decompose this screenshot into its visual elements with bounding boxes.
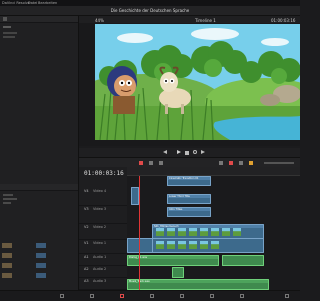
list-item[interactable]	[36, 273, 46, 278]
bin-item[interactable]	[3, 32, 17, 34]
audio-clip[interactable]	[172, 267, 184, 278]
rewind-icon[interactable]	[163, 150, 167, 154]
loop-icon[interactable]	[193, 150, 197, 154]
timeline-timecode: 01:00:03:16	[84, 170, 124, 177]
menu-app[interactable]: DaVinci Resolve	[2, 1, 30, 5]
viewer-header: 44% Timeline 1 01:00:03:16	[79, 16, 300, 23]
timeline-clip[interactable]: S01_Höhlenmensch	[152, 224, 264, 239]
menu-edit[interactable]: Bearbeiten	[38, 1, 57, 5]
list-item[interactable]	[36, 253, 46, 258]
effects-item[interactable]	[3, 202, 11, 204]
zoom-slider[interactable]	[264, 162, 294, 164]
track-header-v1[interactable]: V1 Video 1	[79, 239, 127, 254]
list-item[interactable]	[2, 243, 12, 248]
timeline-clip[interactable]: Intro Titles	[167, 207, 211, 217]
audio-clip[interactable]: Musik_Track.wav	[127, 279, 269, 290]
fairlight-page-icon[interactable]	[210, 294, 214, 298]
play-icon[interactable]	[177, 150, 181, 154]
media-pool-toolbar	[0, 16, 78, 23]
forward-icon[interactable]	[201, 150, 205, 154]
list-item[interactable]	[36, 243, 46, 248]
effects-toolbar	[0, 184, 78, 191]
track-header-a3[interactable]: A3 Audio 3	[79, 277, 127, 290]
list-item[interactable]	[36, 263, 46, 268]
selection-icon[interactable]	[149, 161, 153, 165]
link-icon[interactable]	[229, 161, 233, 165]
fusion-page-icon[interactable]	[150, 294, 154, 298]
video-frame[interactable]	[95, 24, 300, 140]
timeline-clip[interactable]	[127, 238, 153, 253]
zoom-level[interactable]: 44%	[95, 18, 104, 23]
flag-icon[interactable]	[239, 161, 243, 165]
audio-clip[interactable]	[222, 255, 264, 266]
stop-icon[interactable]	[185, 150, 189, 155]
list-item[interactable]	[2, 273, 12, 278]
track-header-v3[interactable]: V3 Video 3	[79, 205, 127, 224]
marker-icon[interactable]	[249, 161, 253, 165]
menu-file[interactable]: Datei	[28, 1, 37, 5]
cartoon-scene	[95, 24, 300, 140]
edit-page-icon[interactable]	[120, 294, 124, 298]
effects-item[interactable]	[3, 194, 13, 196]
viewer-timecode: 01:00:03:16	[271, 17, 296, 23]
timeline-clip[interactable]	[131, 187, 139, 205]
track-headers: V4 Video 4 V3 Video 3 V2 Video 2 V1 Vide…	[79, 167, 128, 290]
title-bar: Die Geschichte der Deutschen Sprache	[0, 6, 300, 16]
menu-icon[interactable]	[3, 17, 7, 21]
track-header-v2[interactable]: V2 Video 2	[79, 223, 127, 240]
effects-item[interactable]	[3, 198, 17, 200]
trim-icon[interactable]	[159, 161, 163, 165]
media-pool-panel	[0, 16, 79, 300]
timeline-clip[interactable]	[152, 238, 264, 253]
playhead[interactable]	[139, 167, 140, 290]
media-page-icon[interactable]	[60, 294, 64, 298]
page-switcher	[0, 290, 300, 301]
deliver-page-icon[interactable]	[240, 294, 244, 298]
timeline-area[interactable]: Cinematic Transition 01 Lower Third Titl…	[127, 167, 300, 290]
project-title: Die Geschichte der Deutschen Sprache	[110, 8, 190, 13]
timeline-ruler[interactable]	[127, 167, 300, 176]
track-header-v4[interactable]: V4 Video 4	[79, 187, 127, 206]
snap-icon[interactable]	[219, 161, 223, 165]
timeline-selector[interactable]: Timeline 1	[195, 18, 216, 23]
bin-item[interactable]	[3, 36, 15, 38]
list-item[interactable]	[2, 263, 12, 268]
settings-gear-icon[interactable]	[285, 294, 289, 298]
list-item[interactable]	[2, 253, 12, 258]
timeline-clip[interactable]: Lower Third Title	[167, 194, 211, 204]
cut-page-icon[interactable]	[90, 294, 94, 298]
transport-controls	[79, 148, 300, 157]
timeline-clip[interactable]: Cinematic Transition 01	[167, 176, 211, 186]
folder-icon[interactable]	[3, 26, 11, 28]
color-page-icon[interactable]	[180, 294, 184, 298]
audio-clip[interactable]: Dialog_01.wav	[127, 255, 219, 266]
blade-icon[interactable]	[139, 161, 143, 165]
